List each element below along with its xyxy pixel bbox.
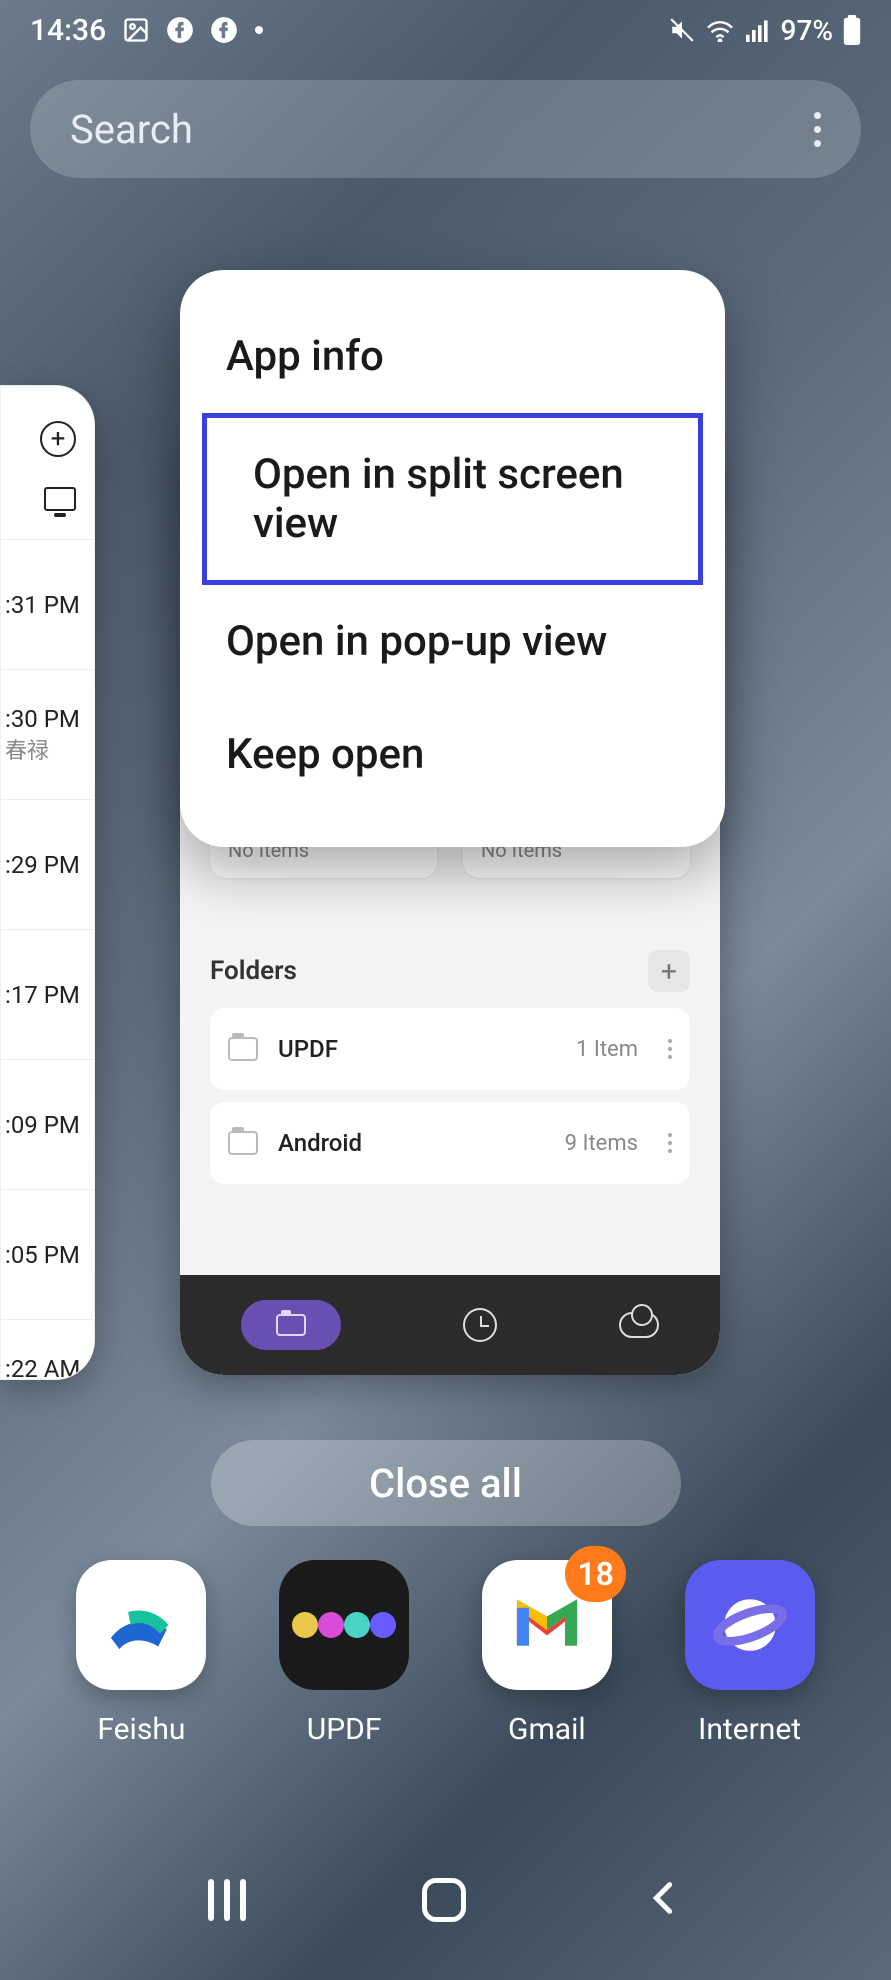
plus-circle-icon[interactable]: + [40,421,76,457]
status-left: 14:36 [30,13,264,48]
mute-icon [669,17,695,43]
list-item: :17 PM [1,929,94,1059]
nav-recent-tab[interactable] [463,1308,497,1342]
bottom-nav [180,1275,720,1375]
nav-cloud-tab[interactable] [619,1312,659,1338]
row-more-icon[interactable] [668,1133,672,1153]
screen-icon[interactable] [44,487,76,511]
status-right: 97% [669,14,861,47]
recent-app-card-left[interactable]: + :31 PM :30 PM春禄 :29 PM :17 PM :09 PM :… [0,385,95,1380]
list-item: :09 PM [1,1059,94,1189]
list-item: :30 PM春禄 [1,669,94,799]
folder-row[interactable]: Android 9 Items [210,1102,690,1184]
folder-icon [228,1131,258,1155]
status-time: 14:36 [30,13,106,48]
menu-keep-open[interactable]: Keep open [180,698,725,811]
updf-icon [279,1560,409,1690]
folder-name: UPDF [278,1035,556,1063]
row-more-icon[interactable] [668,1039,672,1059]
list-item: :31 PM [1,539,94,669]
wifi-icon [705,18,735,42]
dock-label: Gmail [508,1712,586,1747]
close-all-button[interactable]: Close all [211,1440,681,1526]
app-context-menu: App info Open in split screen view Open … [180,270,725,847]
folder-name: Android [278,1129,545,1157]
menu-app-info[interactable]: App info [180,300,725,413]
gmail-icon: 18 [482,1560,612,1690]
dock: Feishu UPDF 18 Gmail Internet [0,1560,891,1747]
menu-popup-view[interactable]: Open in pop-up view [180,585,725,698]
dock-app-internet[interactable]: Internet [685,1560,815,1747]
signal-icon [745,18,771,42]
menu-split-screen[interactable]: Open in split screen view [202,413,703,585]
nav-home-button[interactable] [422,1878,466,1922]
facebook-icon [210,16,238,44]
nav-back-button[interactable] [643,1878,683,1922]
search-placeholder: Search [70,106,193,153]
add-folder-button[interactable]: + [648,950,690,992]
folder-icon [276,1314,306,1336]
nav-recents-button[interactable] [208,1879,246,1921]
folder-icon [228,1037,258,1061]
list-item: :22 AM雪仪... [1,1319,94,1380]
dock-app-feishu[interactable]: Feishu [76,1560,206,1747]
folder-row[interactable]: UPDF 1 Item [210,1008,690,1090]
image-icon [122,16,150,44]
internet-icon [685,1560,815,1690]
feishu-icon [76,1560,206,1690]
folder-count: 1 Item [576,1037,638,1062]
status-bar: 14:36 97% [0,0,891,60]
folder-count: 9 Items [565,1131,638,1156]
list-item: :29 PM [1,799,94,929]
facebook-icon [166,16,194,44]
dock-label: Feishu [97,1712,185,1747]
notification-badge: 18 [565,1546,626,1602]
folders-heading: Folders [210,956,297,986]
battery-icon [843,15,861,45]
list-item: :05 PM [1,1189,94,1319]
dot-icon [254,25,264,35]
dock-app-gmail[interactable]: 18 Gmail [482,1560,612,1747]
more-options-icon[interactable] [814,112,821,147]
dock-label: UPDF [307,1712,382,1747]
dock-label: Internet [698,1712,801,1747]
system-nav [0,1860,891,1940]
nav-files-tab[interactable] [241,1300,341,1350]
search-bar[interactable]: Search [30,80,861,178]
battery-percent: 97% [781,14,833,47]
dock-app-updf[interactable]: UPDF [279,1560,409,1747]
